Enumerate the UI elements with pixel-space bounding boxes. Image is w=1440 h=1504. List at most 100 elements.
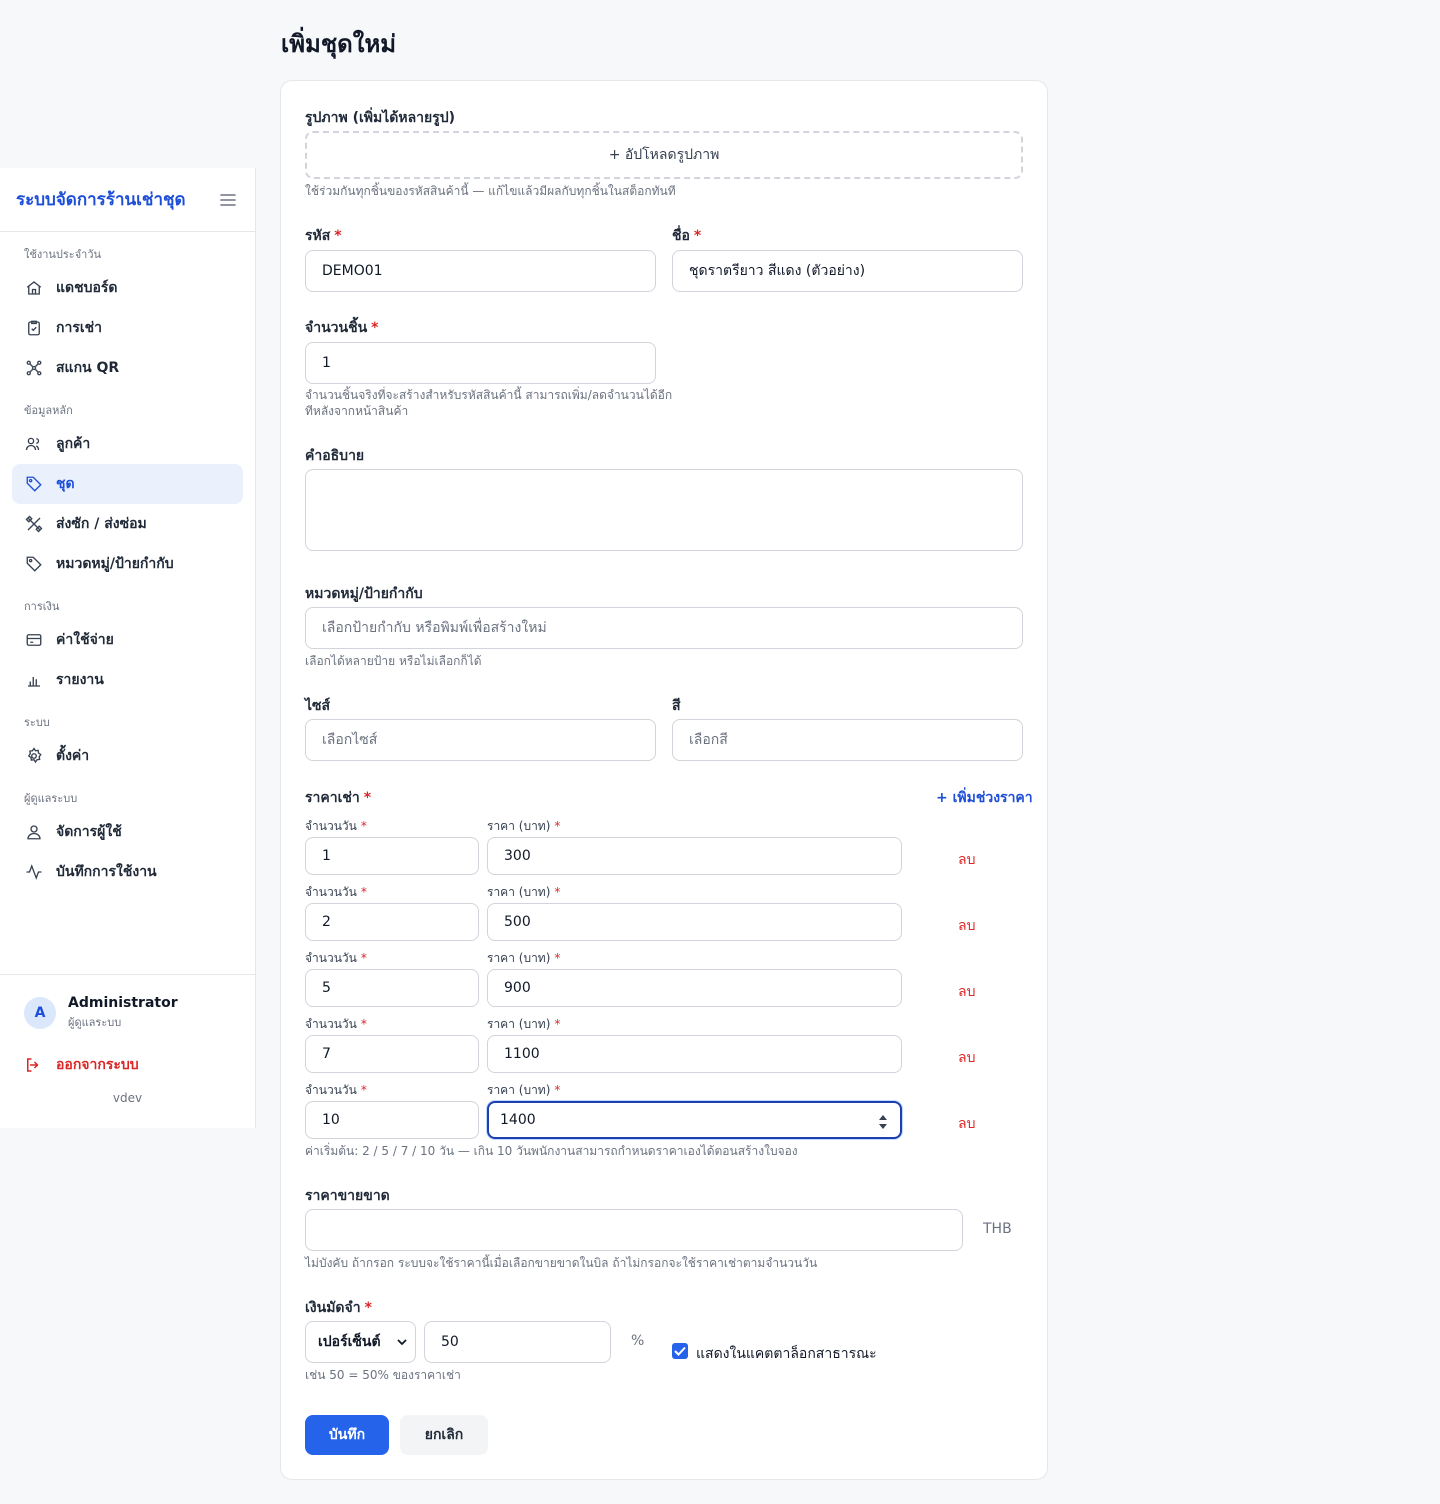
chevron-down-icon — [397, 1339, 407, 1346]
delete-tier-button[interactable]: ลบ — [958, 849, 975, 871]
days-label: จำนวนวัน * — [305, 883, 367, 902]
required-mark: * — [360, 1083, 367, 1097]
sidebar-item-expenses[interactable]: ค่าใช้จ่าย — [12, 620, 243, 660]
sidebar: ระบบจัดการร้านเช่าชุด ใช้งานประจำวัน แดช… — [0, 168, 256, 1128]
size-label: ไซส์ — [305, 698, 331, 714]
sale-price-input[interactable] — [305, 1209, 963, 1251]
days-label-text: จำนวนวัน — [305, 1083, 357, 1097]
tier-days-input[interactable]: 7 — [305, 1035, 479, 1073]
days-label: จำนวนวัน * — [305, 949, 367, 968]
save-button[interactable]: บันทึก — [305, 1415, 389, 1455]
deposit-value-input[interactable]: 50 — [424, 1321, 611, 1363]
tier-days-input[interactable]: 1 — [305, 837, 479, 875]
delete-tier-button[interactable]: ลบ — [958, 981, 975, 1003]
required-mark: * — [364, 1300, 372, 1316]
deposit-hint: เช่น 50 = 50% ของราคาเช่า — [305, 1368, 461, 1382]
sidebar-item-reports[interactable]: รายงาน — [12, 660, 243, 700]
logout-icon — [24, 1056, 44, 1074]
sale-price-label: ราคาขายขาด — [305, 1188, 390, 1204]
days-label-text: จำนวนวัน — [305, 1017, 357, 1031]
name-input[interactable]: ชุดราตรียาว สีแดง (ตัวอย่าง) — [672, 250, 1023, 292]
days-label: จำนวนวัน * — [305, 817, 367, 836]
tier-price-input[interactable]: 300 — [487, 837, 902, 875]
size-select[interactable]: เลือกไซส์ — [305, 719, 656, 761]
nav-section-admin: ผู้ดูแลระบบ — [24, 792, 78, 805]
required-mark: * — [554, 1083, 561, 1097]
nav-section-system: ระบบ — [24, 716, 50, 729]
user-icon — [24, 822, 44, 842]
sidebar-item-label: ชุด — [56, 476, 75, 492]
tier-price-input[interactable]: 500 — [487, 903, 902, 941]
tier-price-input[interactable]: 1100 — [487, 1035, 902, 1073]
price-label: ราคา (บาท) * — [487, 817, 560, 836]
tier-days-input[interactable]: 10 — [305, 1101, 479, 1139]
sidebar-item-settings[interactable]: ตั้งค่า — [12, 736, 243, 776]
code-input[interactable]: DEMO01 — [305, 250, 656, 292]
sidebar-header: ระบบจัดการร้านเช่าชุด — [0, 168, 255, 232]
sidebar-item-label: ตั้งค่า — [56, 748, 90, 764]
tier-price-input[interactable]: 900 — [487, 969, 902, 1007]
public-catalog-label[interactable]: แสดงในแคตตาล็อกสาธารณะ — [696, 1343, 877, 1365]
required-mark: * — [554, 885, 561, 899]
price-label: ราคา (บาท) * — [487, 1015, 560, 1034]
deposit-label-text: เงินมัดจำ — [305, 1300, 361, 1316]
tier-price-input-focused[interactable]: 1400 — [487, 1101, 902, 1139]
sidebar-item-scan-qr[interactable]: สแกน QR — [12, 348, 243, 388]
tags-hint: เลือกได้หลายป้าย หรือไม่เลือกก็ได้ — [305, 654, 482, 668]
number-spinner-icon[interactable] — [878, 1113, 888, 1131]
price-label-text: ราคา (บาท) — [487, 819, 551, 833]
delete-tier-button[interactable]: ลบ — [958, 1047, 975, 1069]
price-label-text: ราคา (บาท) — [487, 951, 551, 965]
cancel-button[interactable]: ยกเลิก — [400, 1415, 488, 1455]
delete-tier-button[interactable]: ลบ — [958, 915, 975, 937]
nav-section-daily: ใช้งานประจำวัน — [24, 248, 102, 261]
sidebar-item-label: รายงาน — [56, 672, 104, 688]
sidebar-item-activity-log[interactable]: บันทึกการใช้งาน — [12, 852, 243, 892]
sidebar-item-label: ลูกค้า — [56, 436, 91, 452]
quantity-input[interactable]: 1 — [305, 342, 656, 384]
price-label: ราคา (บาท) * — [487, 883, 560, 902]
public-catalog-checkbox[interactable] — [672, 1343, 688, 1359]
required-mark: * — [554, 951, 561, 965]
tags-input[interactable]: เลือกป้ายกำกับ หรือพิมพ์เพื่อสร้างใหม่ — [305, 607, 1023, 649]
sidebar-footer: A Administrator ผู้ดูแลระบบ ออกจากระบบ v… — [0, 974, 255, 1105]
sidebar-item-label: การเช่า — [56, 320, 103, 336]
user-profile: A Administrator ผู้ดูแลระบบ — [0, 975, 255, 1051]
upload-image-button[interactable]: + อัปโหลดรูปภาพ — [305, 131, 1023, 179]
quantity-hint-line-2: ทีหลังจากหน้าสินค้า — [305, 404, 409, 418]
hamburger-menu-icon[interactable] — [217, 189, 239, 211]
delete-tier-button[interactable]: ลบ — [958, 1113, 975, 1135]
quantity-label-text: จำนวนชิ้น — [305, 320, 368, 336]
sidebar-item-label: แดชบอร์ด — [56, 280, 118, 296]
price-label-text: ราคา (บาท) — [487, 1083, 551, 1097]
logout-button[interactable]: ออกจากระบบ — [0, 1051, 255, 1079]
sidebar-item-dashboard[interactable]: แดชบอร์ด — [12, 268, 243, 308]
required-mark: * — [360, 1017, 367, 1031]
deposit-type-select[interactable]: เปอร์เซ็นต์ — [305, 1321, 416, 1363]
sidebar-item-outfits[interactable]: ชุด — [12, 464, 243, 504]
days-label: จำนวนวัน * — [305, 1081, 367, 1100]
required-mark: * — [360, 951, 367, 965]
price-label: ราคา (บาท) * — [487, 1081, 560, 1100]
sidebar-item-rentals[interactable]: การเช่า — [12, 308, 243, 348]
description-label: คำอธิบาย — [305, 448, 365, 464]
sidebar-item-customers[interactable]: ลูกค้า — [12, 424, 243, 464]
sidebar-item-categories-tags[interactable]: หมวดหมู่/ป้ายกำกับ — [12, 544, 243, 584]
sidebar-item-laundry-repair[interactable]: ส่งซัก / ส่งซ่อม — [12, 504, 243, 544]
price-label-text: ราคา (บาท) — [487, 1017, 551, 1031]
color-select[interactable]: เลือกสี — [672, 719, 1023, 761]
product-form-card: รูปภาพ (เพิ่มได้หลายรูป) + อัปโหลดรูปภาพ… — [280, 80, 1048, 1480]
tier-days-input[interactable]: 5 — [305, 969, 479, 1007]
tools-icon — [24, 514, 44, 534]
name-label: ชื่อ * — [672, 225, 701, 247]
qr-scan-icon — [24, 358, 44, 378]
sidebar-item-user-management[interactable]: จัดการผู้ใช้ — [12, 812, 243, 852]
price-label: ราคา (บาท) * — [487, 949, 560, 968]
add-price-tier-button[interactable]: + เพิ่มช่วงราคา — [936, 787, 1033, 809]
required-mark: * — [360, 819, 367, 833]
users-icon — [24, 434, 44, 454]
tags-label: หมวดหมู่/ป้ายกำกับ — [305, 586, 423, 602]
tier-days-input[interactable]: 2 — [305, 903, 479, 941]
color-label: สี — [672, 698, 681, 714]
description-textarea[interactable] — [305, 469, 1023, 551]
